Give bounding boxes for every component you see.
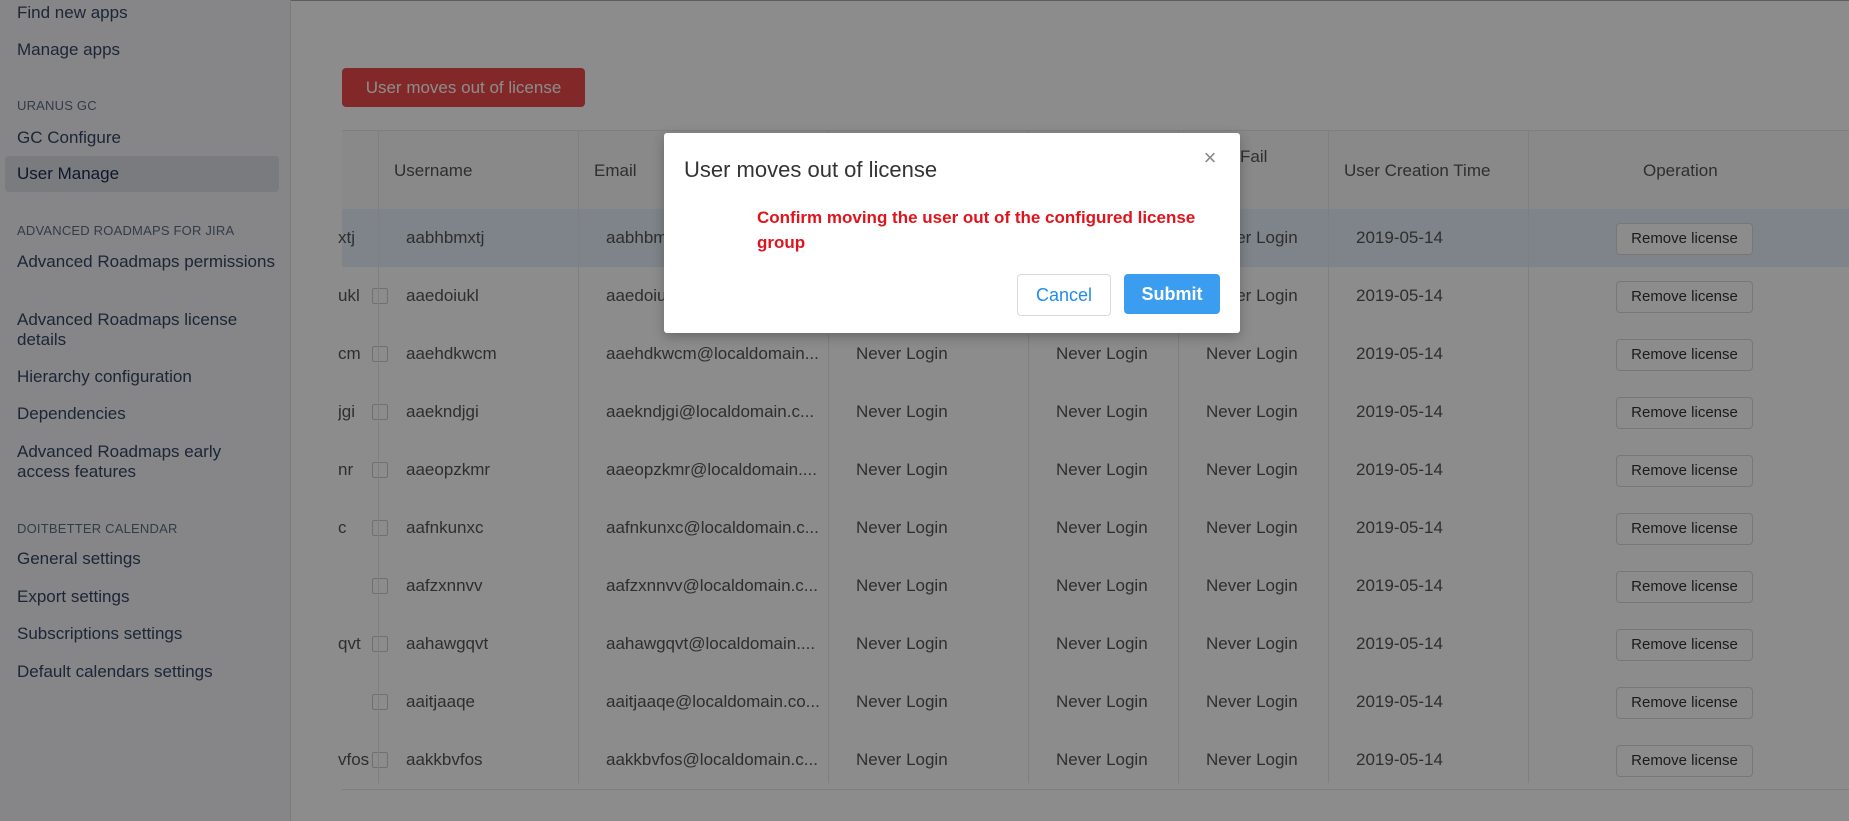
- cancel-button[interactable]: Cancel: [1017, 274, 1111, 316]
- dialog-title: User moves out of license: [684, 157, 938, 182]
- confirm-dialog: User moves out of license × Confirm movi…: [664, 133, 1240, 333]
- dialog-message: Confirm moving the user out of the confi…: [757, 208, 1196, 252]
- close-icon[interactable]: ×: [1199, 147, 1221, 169]
- submit-button[interactable]: Submit: [1124, 274, 1220, 314]
- modal-overlay[interactable]: [0, 0, 1849, 821]
